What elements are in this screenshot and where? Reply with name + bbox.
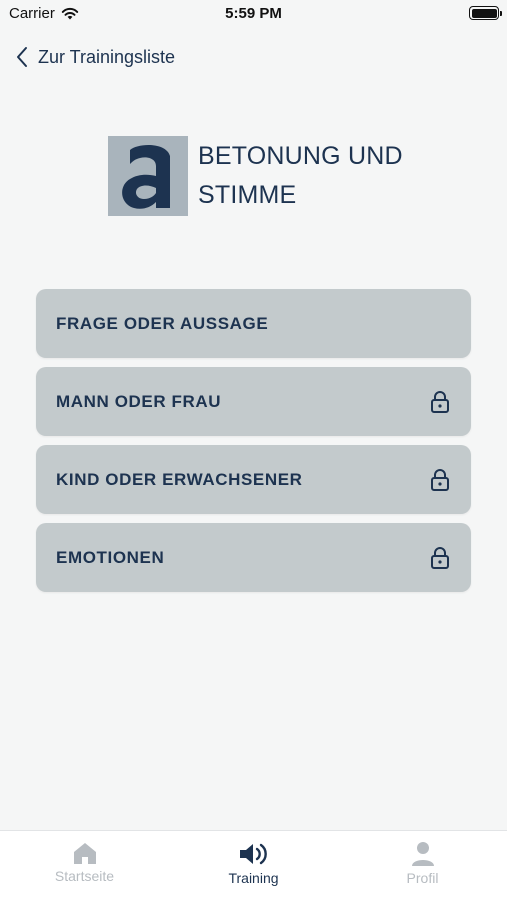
exercise-label: FRAGE ODER AUSSAGE bbox=[56, 313, 269, 333]
title-line-2: STIMME bbox=[198, 181, 297, 209]
tab-bar: Startseite Training Profil bbox=[0, 830, 507, 900]
page-title: BETONUNG UND STIMME bbox=[198, 137, 403, 215]
tab-training[interactable]: Training bbox=[169, 831, 338, 900]
back-button[interactable]: Zur Trainingsliste bbox=[16, 46, 175, 68]
exercise-label: MANN ODER FRAU bbox=[56, 391, 222, 411]
exercise-label: KIND ODER ERWACHSENER bbox=[56, 469, 303, 489]
exercise-item-frage-oder-aussage[interactable]: FRAGE ODER AUSSAGE bbox=[36, 289, 471, 358]
home-icon bbox=[73, 843, 96, 864]
exercise-list: FRAGE ODER AUSSAGE MANN ODER FRAU KIND O… bbox=[36, 289, 471, 601]
lock-icon bbox=[429, 389, 451, 415]
title-line-1: BETONUNG UND bbox=[198, 142, 403, 170]
exercise-item-mann-oder-frau[interactable]: MANN ODER FRAU bbox=[36, 367, 471, 436]
exercise-item-kind-oder-erwachsener[interactable]: KIND ODER ERWACHSENER bbox=[36, 445, 471, 514]
exercise-header: BETONUNG UND STIMME bbox=[108, 136, 403, 216]
battery-icon bbox=[469, 6, 502, 20]
battery-fill bbox=[471, 8, 497, 18]
speaker-icon bbox=[239, 843, 267, 865]
back-label: Zur Trainingsliste bbox=[38, 46, 176, 67]
app-logo bbox=[108, 136, 188, 216]
person-icon bbox=[411, 842, 434, 866]
lock-icon bbox=[429, 545, 451, 571]
exercise-label: EMOTIONEN bbox=[56, 547, 165, 567]
tab-label: Training bbox=[228, 870, 279, 886]
status-bar: Carrier 5:59 PM bbox=[0, 0, 507, 28]
chevron-left-icon bbox=[17, 47, 27, 67]
lock-icon bbox=[429, 467, 451, 493]
clock: 5:59 PM bbox=[225, 5, 282, 22]
tab-label: Startseite bbox=[54, 868, 115, 884]
tab-profil[interactable]: Profil bbox=[338, 831, 507, 900]
logo-glyph bbox=[122, 145, 170, 209]
tab-startseite[interactable]: Startseite bbox=[0, 831, 169, 900]
tab-label: Profil bbox=[406, 870, 439, 886]
exercise-item-emotionen[interactable]: EMOTIONEN bbox=[36, 523, 471, 592]
screen: Carrier 5:59 PM Zur Trainingsliste BETON… bbox=[0, 0, 507, 900]
